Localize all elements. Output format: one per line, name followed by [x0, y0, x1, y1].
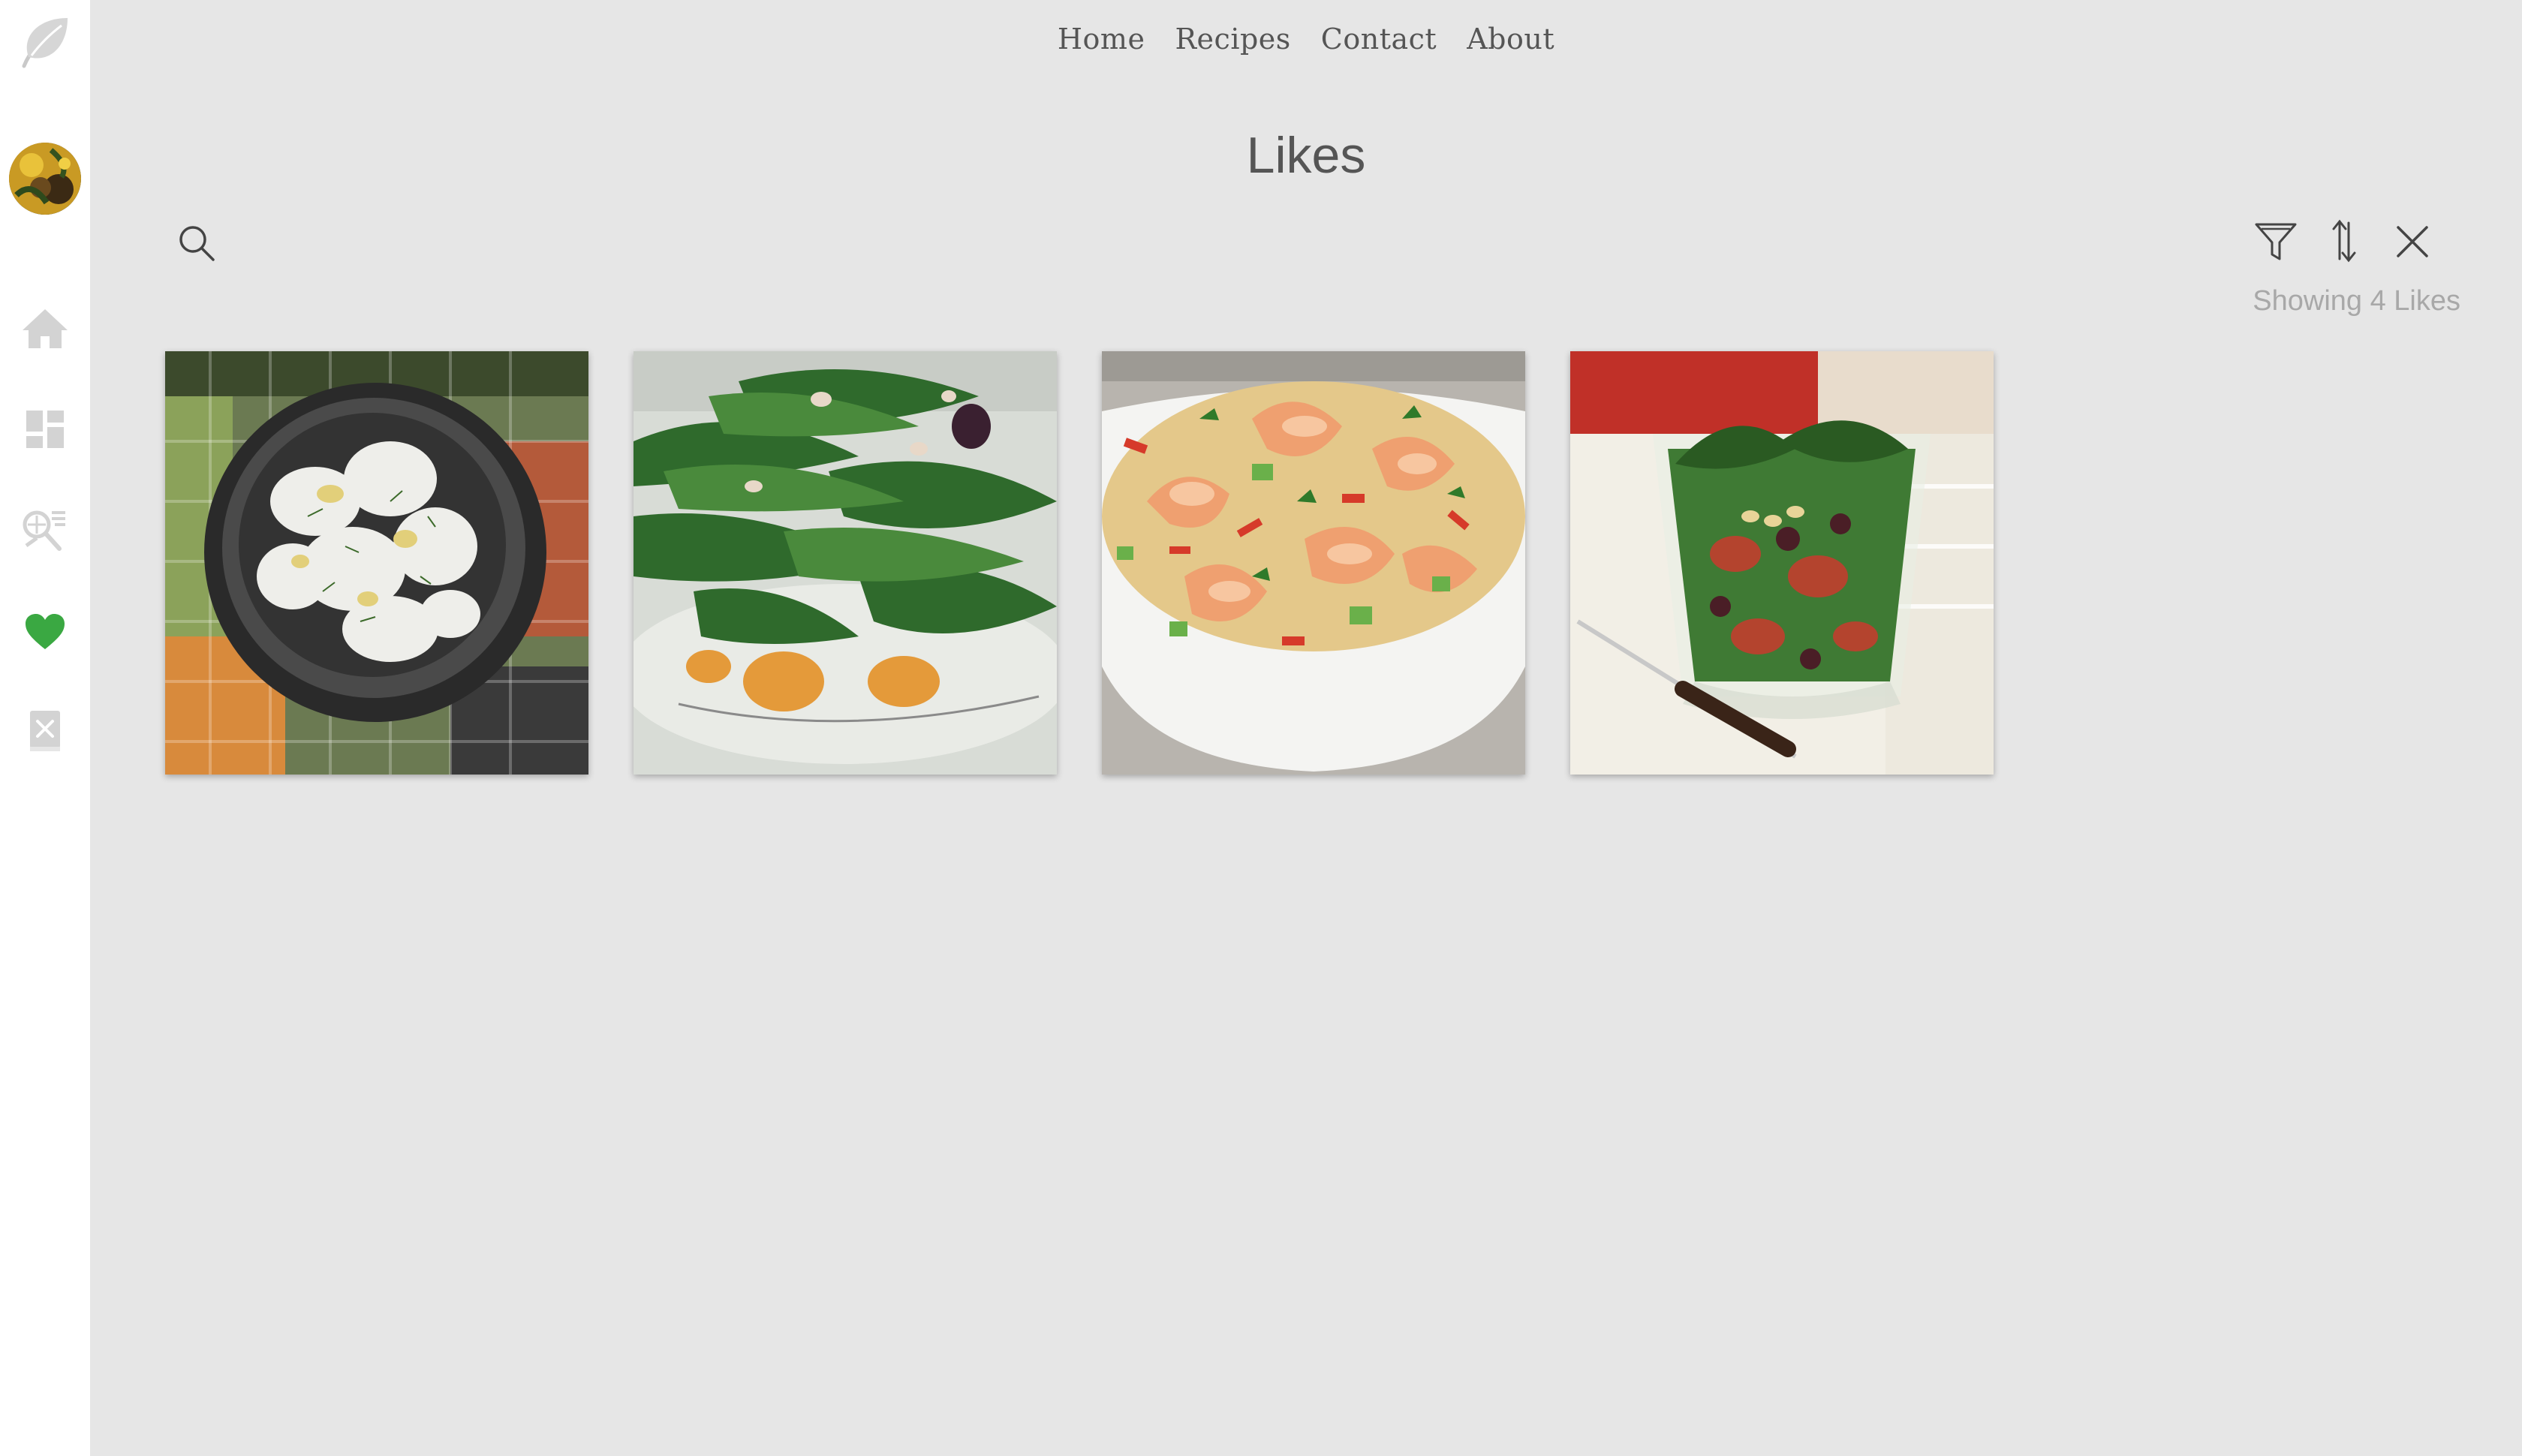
heart-icon[interactable]: [0, 605, 90, 659]
home-icon[interactable]: [0, 302, 90, 356]
like-card-layered-salad[interactable]: [1570, 351, 1994, 775]
shrimp-quinoa-image: [1102, 351, 1525, 775]
results-count: Showing 4 Likes: [2253, 285, 2460, 317]
dashboard-icon[interactable]: [0, 402, 90, 456]
search-icon[interactable]: [176, 222, 218, 264]
sort-icon[interactable]: [2325, 218, 2363, 264]
like-card-arugula-salad[interactable]: [634, 351, 1057, 775]
nav-home[interactable]: Home: [1058, 23, 1145, 68]
avatar[interactable]: [9, 143, 81, 215]
like-card-shrimp-quinoa[interactable]: [1102, 351, 1525, 775]
recipe-search-icon[interactable]: [0, 503, 90, 557]
top-navigation: Home Recipes Contact About: [90, 23, 2522, 68]
likes-grid: [165, 351, 1994, 775]
recipe-book-icon[interactable]: [0, 704, 90, 758]
sidebar: [0, 0, 90, 1456]
user-avatar[interactable]: [0, 143, 90, 215]
close-icon[interactable]: [2391, 221, 2433, 263]
nav-about[interactable]: About: [1467, 23, 1554, 68]
leaf-logo-icon[interactable]: [0, 11, 90, 74]
like-card-potato-salad[interactable]: [165, 351, 588, 775]
nav-contact[interactable]: Contact: [1321, 23, 1437, 68]
filter-icon[interactable]: [2253, 219, 2298, 264]
page-title: Likes: [1246, 127, 1366, 184]
arugula-salad-image: [634, 351, 1057, 775]
potato-salad-image: [165, 351, 588, 775]
layered-salad-image: [1570, 351, 1994, 775]
nav-recipes[interactable]: Recipes: [1175, 23, 1290, 68]
